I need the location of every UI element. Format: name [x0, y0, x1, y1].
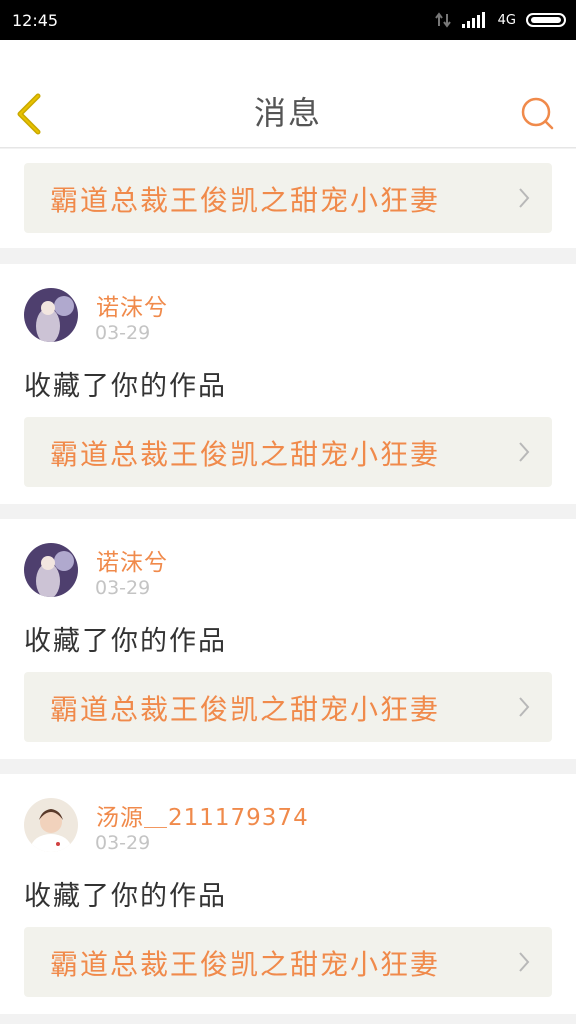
notification-section-top: 霸道总裁王俊凯之甜宠小狂妻	[0, 149, 576, 248]
work-link-card[interactable]: 霸道总裁王俊凯之甜宠小狂妻	[24, 163, 552, 233]
status-bar: 12:45 4G	[0, 0, 576, 40]
avatar[interactable]	[24, 798, 78, 852]
status-icons: 4G	[434, 12, 566, 28]
notification-message: 收藏了你的作品	[24, 371, 227, 402]
notification-item[interactable]: 诺沫兮 03-29 收藏了你的作品 霸道总裁王俊凯之甜宠小狂妻	[0, 264, 576, 504]
battery-icon	[526, 13, 566, 27]
chevron-right-icon	[519, 697, 530, 717]
chevron-right-icon	[519, 188, 530, 208]
signal-icon	[461, 12, 485, 28]
avatar[interactable]	[24, 288, 78, 342]
chevron-right-icon	[519, 442, 530, 462]
notification-item[interactable]: 汤源＿211179374 03-29 收藏了你的作品 霸道总裁王俊凯之甜宠小狂妻	[0, 774, 576, 1014]
avatar[interactable]	[24, 543, 78, 597]
username[interactable]: 诺沫兮	[96, 288, 168, 322]
work-title: 霸道总裁王俊凯之甜宠小狂妻	[50, 948, 441, 981]
username[interactable]: 诺沫兮	[96, 543, 168, 577]
notification-message: 收藏了你的作品	[24, 881, 227, 912]
work-title: 霸道总裁王俊凯之甜宠小狂妻	[50, 693, 441, 726]
work-title: 霸道总裁王俊凯之甜宠小狂妻	[50, 184, 441, 217]
network-type: 4G	[497, 12, 516, 28]
notification-date: 03-29	[95, 322, 151, 344]
notification-date: 03-29	[95, 832, 151, 854]
nav-header: 消息	[0, 40, 576, 148]
notification-message: 收藏了你的作品	[24, 626, 227, 657]
page-title: 消息	[253, 94, 322, 132]
notification-item[interactable]: 诺沫兮 03-29 收藏了你的作品 霸道总裁王俊凯之甜宠小狂妻	[0, 519, 576, 759]
work-title: 霸道总裁王俊凯之甜宠小狂妻	[50, 438, 441, 471]
work-link-card[interactable]: 霸道总裁王俊凯之甜宠小狂妻	[24, 672, 552, 742]
chevron-right-icon	[519, 952, 530, 972]
work-link-card[interactable]: 霸道总裁王俊凯之甜宠小狂妻	[24, 927, 552, 997]
search-icon[interactable]	[520, 96, 556, 132]
data-transfer-icon	[434, 12, 451, 28]
work-link-card[interactable]: 霸道总裁王俊凯之甜宠小狂妻	[24, 417, 552, 487]
status-time: 12:45	[12, 10, 59, 30]
notification-date: 03-29	[95, 577, 151, 599]
username[interactable]: 汤源＿211179374	[96, 798, 309, 832]
